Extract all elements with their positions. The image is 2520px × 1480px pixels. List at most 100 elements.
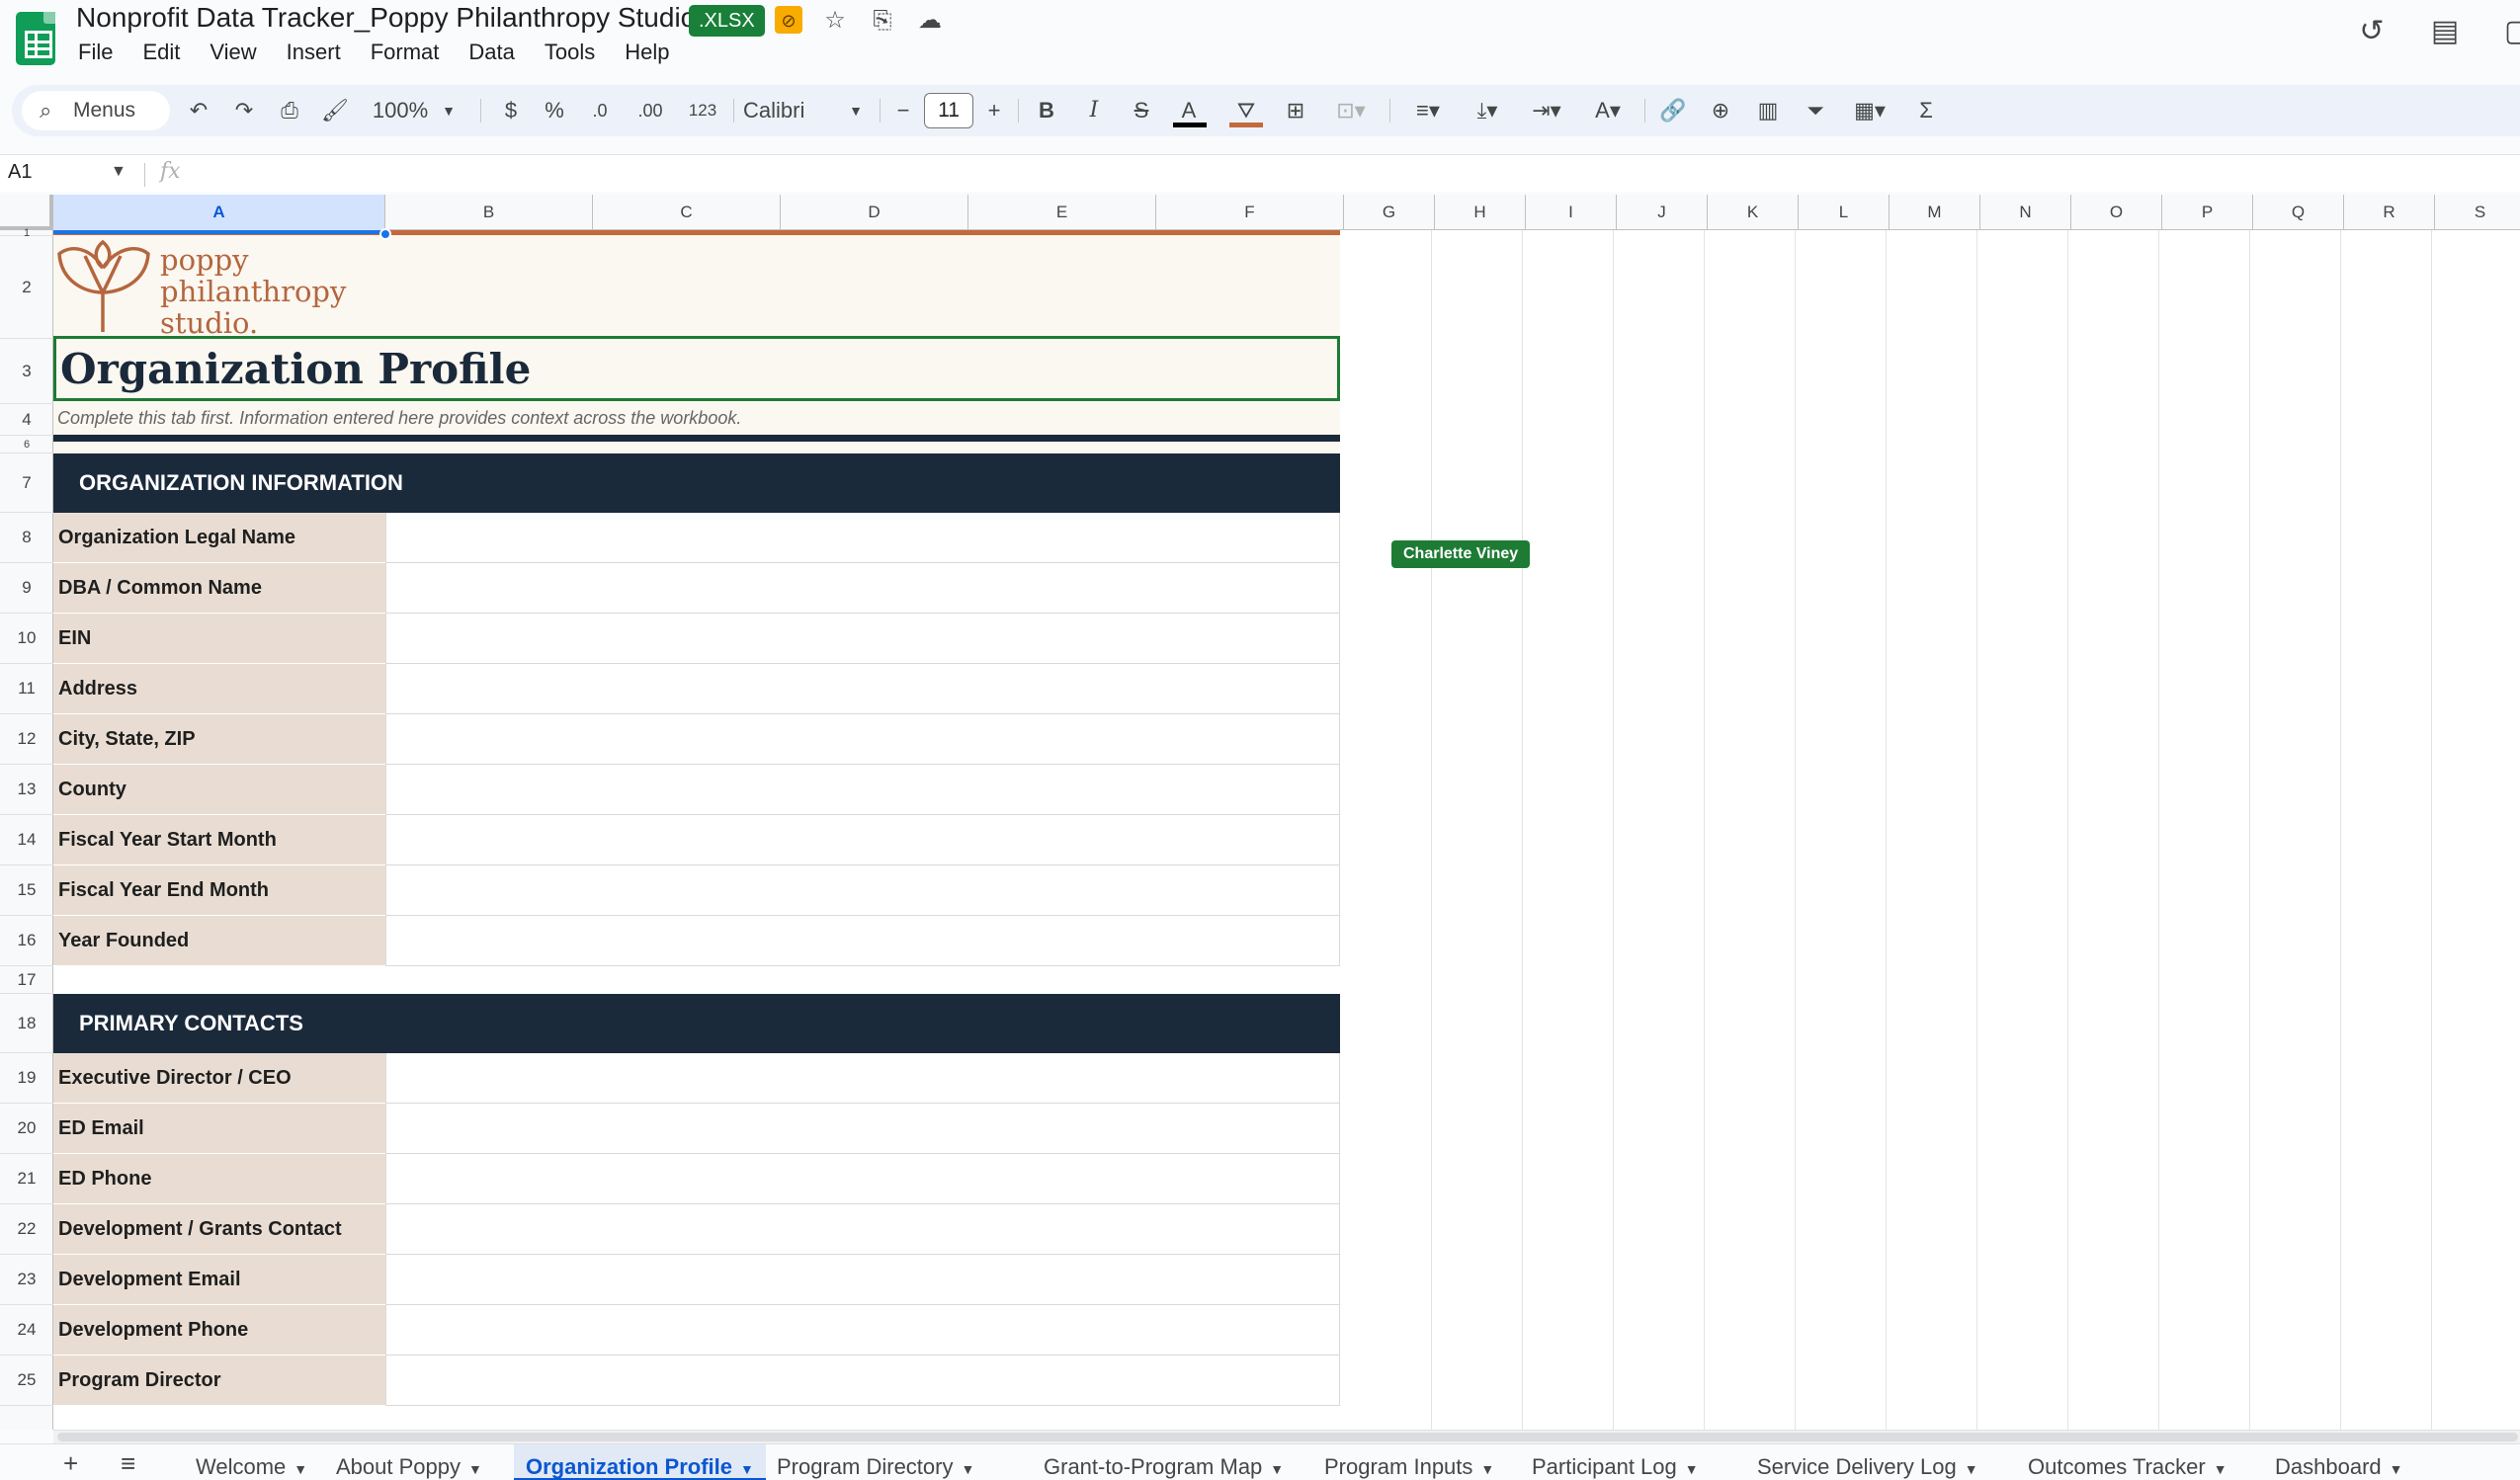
horizontal-align-icon[interactable]: ≡▾ [1403,91,1453,130]
menu-view[interactable]: View [208,38,258,67]
row-header-13[interactable]: 13 [0,765,53,815]
filter-views-icon[interactable]: ▦▾ [1842,91,1897,130]
column-header-e[interactable]: E [968,195,1156,230]
row-header-8[interactable]: 8 [0,513,53,563]
more-formats-button[interactable]: 123 [678,91,727,130]
menu-format[interactable]: Format [369,38,442,67]
paint-format-icon[interactable]: 🖌 [318,91,352,130]
row-header-15[interactable]: 15 [0,865,53,916]
row-header-22[interactable]: 22 [0,1204,53,1255]
field-label[interactable]: Program Director [53,1356,385,1406]
text-wrapping-icon[interactable]: ⇥▾ [1522,91,1571,130]
field-value-cell[interactable] [385,714,1340,765]
field-value-cell[interactable] [385,865,1340,916]
row-header-10[interactable]: 10 [0,614,53,664]
row-header-23[interactable]: 23 [0,1255,53,1305]
text-rotation-icon[interactable]: A▾ [1583,91,1633,130]
offline-unavailable-icon[interactable]: ⊘ [775,6,802,34]
tab-chevron-down-icon[interactable]: ▼ [2390,1461,2403,1477]
column-header-h[interactable]: H [1435,195,1526,230]
column-header-b[interactable]: B [385,195,593,230]
undo-icon[interactable]: ↶ [182,91,215,130]
tab-chevron-down-icon[interactable]: ▼ [1480,1461,1494,1477]
field-value-cell[interactable] [385,815,1340,865]
field-label[interactable]: ED Email [53,1104,385,1154]
tab-chevron-down-icon[interactable]: ▼ [468,1461,482,1477]
row-header-14[interactable]: 14 [0,815,53,865]
column-header-j[interactable]: J [1617,195,1708,230]
name-box-chevron-down-icon[interactable]: ▼ [111,163,126,181]
decrease-font-size-button[interactable]: − [889,91,917,130]
font-family-select[interactable]: Calibri [743,91,832,130]
field-label[interactable]: ED Phone [53,1154,385,1204]
row-header-4[interactable]: 4 [0,404,53,436]
percent-format-button[interactable]: % [540,91,569,130]
tab-chevron-down-icon[interactable]: ▼ [1270,1461,1284,1477]
column-header-a[interactable]: A [53,195,385,230]
sheet-tab[interactable]: Outcomes Tracker ▼ [2016,1444,2239,1480]
field-label[interactable]: County [53,765,385,815]
vertical-align-icon[interactable]: ⤓▾ [1463,91,1512,130]
field-value-cell[interactable] [385,1053,1340,1104]
row-header-24[interactable]: 24 [0,1305,53,1356]
row-header-20[interactable]: 20 [0,1104,53,1154]
column-header-d[interactable]: D [781,195,968,230]
row-header-2[interactable]: 2 [0,236,53,339]
row-header-21[interactable]: 21 [0,1154,53,1204]
menu-file[interactable]: File [76,38,115,67]
sheet-tab[interactable]: Program Directory ▼ [765,1444,986,1480]
field-value-cell[interactable] [385,765,1340,815]
meet-icon[interactable]: ▢ [2498,12,2520,51]
field-label[interactable]: Address [53,664,385,714]
row-header-3[interactable]: 3 [0,339,53,404]
column-header-m[interactable]: M [1890,195,1980,230]
decrease-decimal-button[interactable]: .0 [583,91,617,130]
row-header-16[interactable]: 16 [0,916,53,966]
row-header-12[interactable]: 12 [0,714,53,765]
zoom-select[interactable]: 100% [366,91,435,130]
insert-comment-icon[interactable]: ⊕ [1704,91,1737,130]
all-sheets-icon[interactable]: ≡ [121,1448,135,1479]
row-header-11[interactable]: 11 [0,664,53,714]
column-header-n[interactable]: N [1980,195,2071,230]
field-value-cell[interactable] [385,1204,1340,1255]
zoom-chevron-down-icon[interactable]: ▼ [439,91,459,130]
version-history-icon[interactable]: ↺ [2352,12,2392,51]
field-label[interactable]: Fiscal Year End Month [53,865,385,916]
star-icon[interactable]: ☆ [820,6,850,36]
borders-icon[interactable]: ⊞ [1279,91,1312,130]
row-header-6[interactable]: 6 [0,436,53,453]
insert-chart-icon[interactable]: ▥ [1751,91,1785,130]
menu-tools[interactable]: Tools [543,38,597,67]
font-chevron-down-icon[interactable]: ▼ [846,91,866,130]
column-header-c[interactable]: C [593,195,781,230]
move-folder-icon[interactable]: ⎘ [868,6,897,36]
bold-button[interactable]: B [1032,91,1061,130]
row-header-7[interactable]: 7 [0,453,53,513]
field-value-cell[interactable] [385,614,1340,664]
row-header-17[interactable]: 17 [0,966,53,994]
column-header-k[interactable]: K [1708,195,1799,230]
merge-cells-icon[interactable]: ⊡▾ [1326,91,1376,130]
field-label[interactable]: Executive Director / CEO [53,1053,385,1104]
column-header-s[interactable]: S [2435,195,2520,230]
column-header-l[interactable]: L [1799,195,1890,230]
insert-link-icon[interactable]: 🔗 [1656,91,1690,130]
field-value-cell[interactable] [385,1154,1340,1204]
redo-icon[interactable]: ↷ [227,91,261,130]
tab-chevron-down-icon[interactable]: ▼ [1685,1461,1699,1477]
sheet-tab[interactable]: Organization Profile ▼ [514,1444,766,1480]
field-label[interactable]: Development Email [53,1255,385,1305]
field-value-cell[interactable] [385,513,1340,563]
comments-icon[interactable]: ▤ [2425,12,2465,51]
document-title[interactable]: Nonprofit Data Tracker_Poppy Philanthrop… [76,2,696,34]
sheet-tab[interactable]: Service Delivery Log ▼ [1745,1444,1990,1480]
column-header-g[interactable]: G [1344,195,1435,230]
field-value-cell[interactable] [385,664,1340,714]
field-label[interactable]: Development Phone [53,1305,385,1356]
font-size-input[interactable]: 11 [924,93,973,128]
sheet-tab[interactable]: Dashboard ▼ [2263,1444,2415,1480]
sheet-tab[interactable]: Welcome ▼ [184,1444,319,1480]
tab-chevron-down-icon[interactable]: ▼ [961,1461,974,1477]
currency-format-button[interactable]: $ [496,91,526,130]
